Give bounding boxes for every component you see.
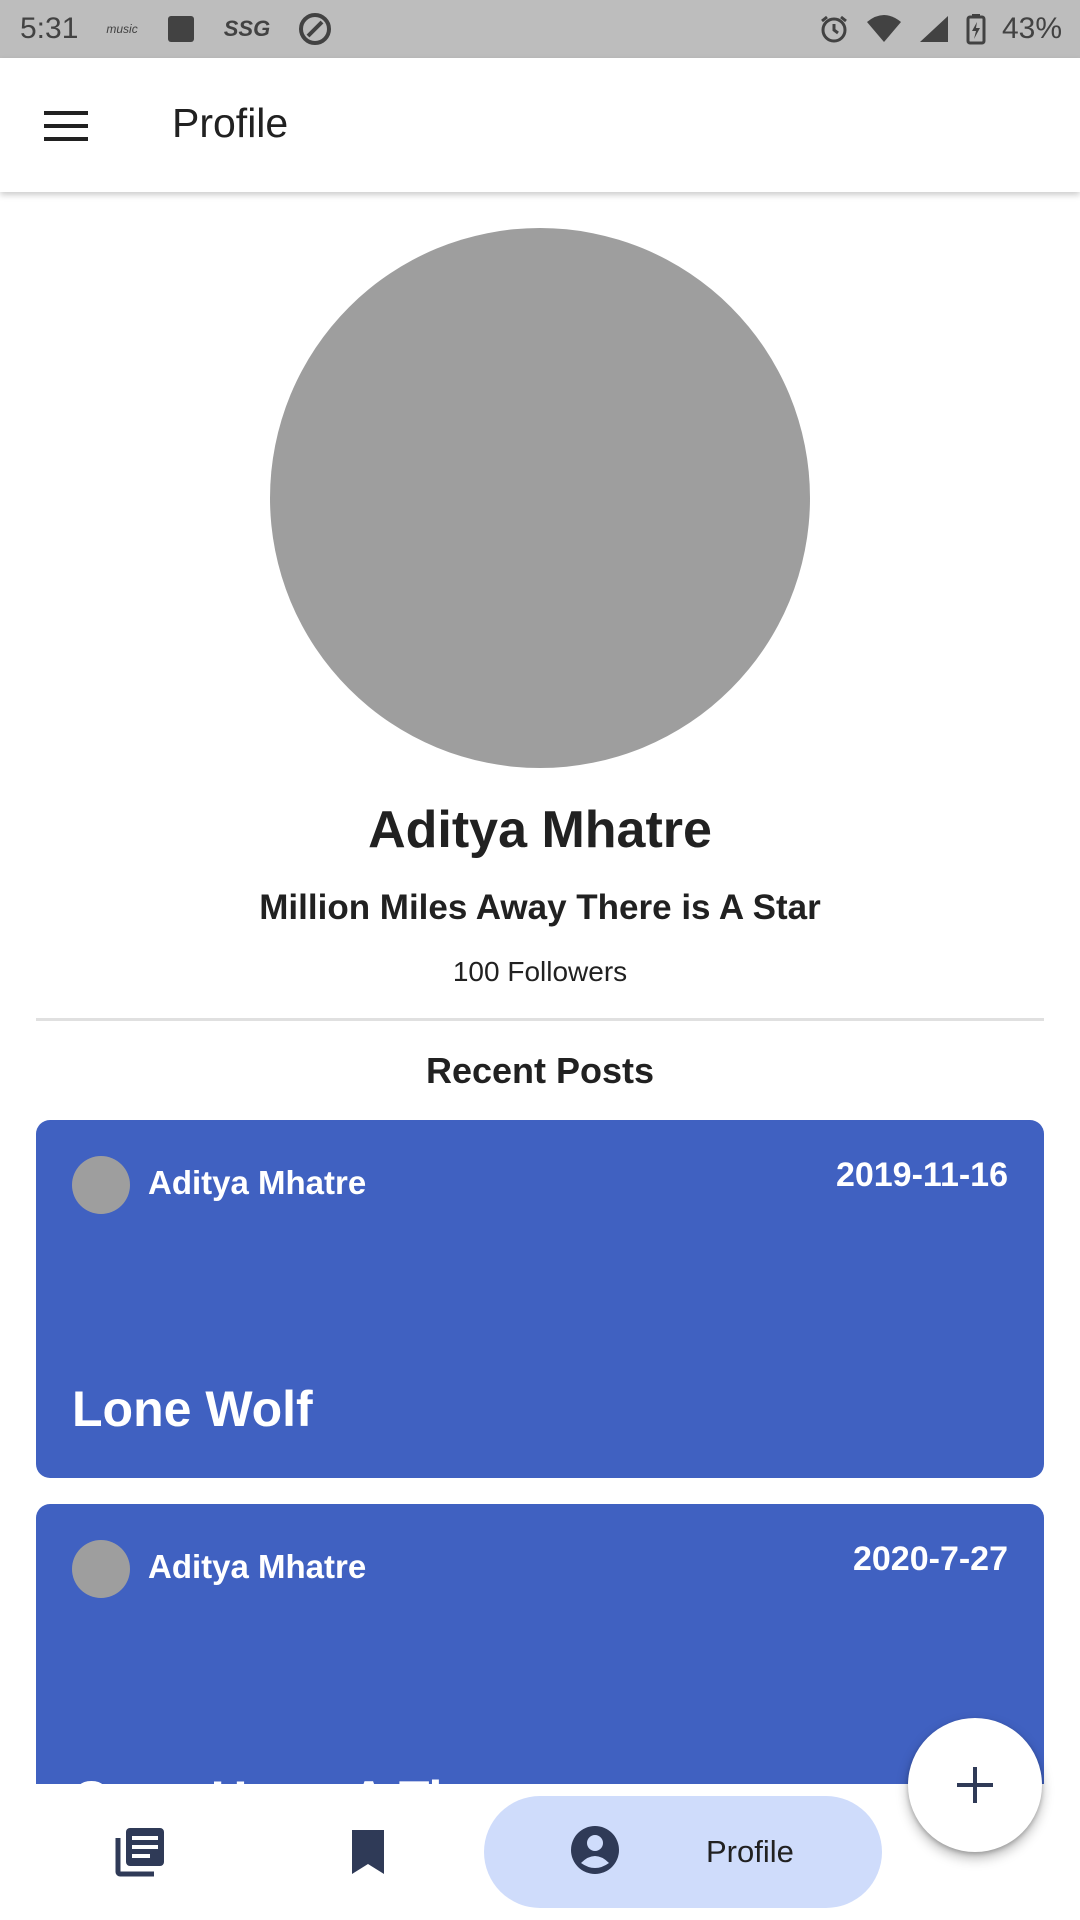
post-author: Aditya Mhatre [148,1548,367,1585]
add-post-button[interactable] [908,1718,1042,1852]
bookmark-icon [352,1830,384,1874]
amazon-music-icon: music [106,22,137,36]
nav-profile-label: Profile [706,1834,794,1869]
post-author-avatar [72,1156,130,1214]
nav-item-profile[interactable]: Profile [484,1796,882,1908]
profile-followers: 100 Followers [452,956,628,987]
status-bar: 5:31 music SSG 43% [0,0,1080,58]
account-circle-icon [570,1825,620,1880]
square-app-icon [166,14,196,44]
menu-icon [44,111,88,141]
menu-button[interactable] [30,90,102,162]
post-author: Aditya Mhatre [148,1164,367,1201]
battery-percent: 43% [1001,12,1062,45]
plus-icon [957,1767,993,1803]
post-date: 2020-7-27 [852,1540,1008,1578]
post-date: 2019-11-16 [835,1156,1008,1194]
battery-charging-icon [966,13,986,45]
post-card[interactable]: Aditya Mhatre 2020-7-27 Once Upon A Time [36,1504,1044,1824]
status-bar-left: 5:31 music SSG [20,0,332,58]
recent-posts-heading: Recent Posts [425,1050,655,1091]
ssg-label: SSG [223,16,271,41]
app-bar: Profile [0,58,1080,192]
alarm-icon [818,13,850,45]
circle-app-icon [298,12,332,46]
signal-icon [918,14,950,44]
status-bar-right: 43% [818,0,1062,58]
music-label: music [106,22,138,36]
profile-avatar [270,228,810,768]
profile-tagline: Million Miles Away There is A Star [259,888,821,927]
post-card[interactable]: Aditya Mhatre 2019-11-16 Lone Wolf [36,1120,1044,1478]
page-title: Profile [172,100,289,146]
nav-item-bookmarks[interactable] [308,1796,428,1908]
profile-name: Aditya Mhatre [368,801,712,859]
divider [36,1018,1044,1021]
article-list-icon [115,1828,164,1877]
post-author-avatar [72,1540,130,1598]
ssg-icon: SSG [224,16,270,42]
wifi-icon [866,14,902,44]
nav-item-posts[interactable] [80,1796,200,1908]
post-title: Lone Wolf [72,1381,313,1437]
status-time: 5:31 [20,12,79,45]
